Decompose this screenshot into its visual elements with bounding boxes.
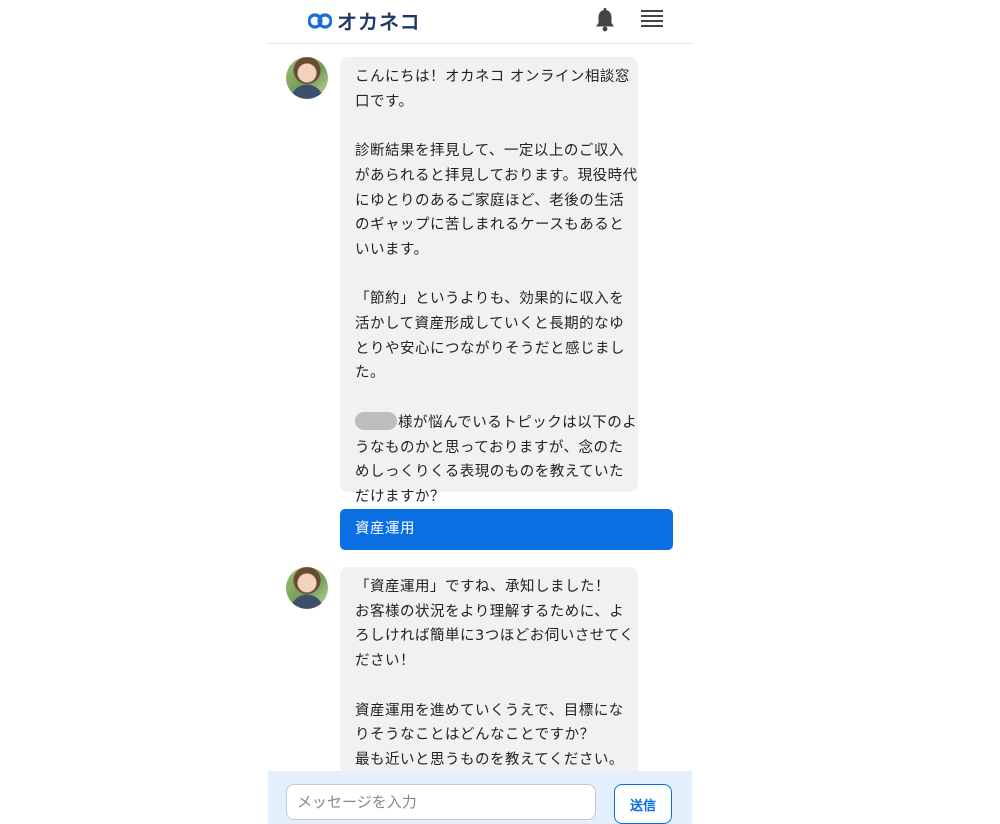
message-text: こんにちは！オカネコ オンライン相談窓口です。 [355,69,630,110]
hamburger-menu-icon[interactable] [641,10,663,28]
message-input[interactable] [286,784,596,820]
message-text: 資産運用を進めていくうえで、目標になりそうなことはどんなことですか？ 最も近いと… [355,702,624,768]
message-text: 「節約」というよりも、効果的に収入を活かして資産形成していくと長期的なゆとりや安… [355,291,625,382]
advisor-avatar [286,57,328,99]
logo[interactable]: オカネコ [308,6,421,35]
message-text: 診断結果を拝見して、一定以上のご収入があられると拝見しております。現役時代にゆと… [355,143,638,258]
message-composer: 送信 [268,771,692,824]
user-message-bubble: 資産運用 [340,509,673,550]
message-text: 様が悩んでいるトピックは以下のようなものかと思っておりますが、念のためしっくりく… [355,414,638,505]
logo-mark-icon [308,12,332,29]
message-text: 「資産運用」ですね、承知しました！ お客様の状況をより理解するために、よろしけれ… [355,579,635,670]
logo-text: オカネコ [337,10,421,34]
advisor-message-bubble: こんにちは！オカネコ オンライン相談窓口です。 診断結果を拝見して、一定以上のご… [340,57,638,505]
send-button[interactable]: 送信 [614,784,672,824]
advisor-avatar [286,567,328,609]
bell-icon[interactable] [594,8,616,32]
redacted-name [355,411,397,430]
advisor-message-bubble: 「資産運用」ですね、承知しました！ お客様の状況をより理解するために、よろしけれ… [340,567,638,797]
message-text-with-name: 様が悩んでいるトピックは以下のようなものかと思っておりますが、念のためしっくりく… [355,411,638,510]
chat-app: オカネコ こんにちは！オカネコ オンライン相談窓口です。 診断結果を拝見して、一… [268,0,692,824]
app-header: オカネコ [268,0,692,44]
